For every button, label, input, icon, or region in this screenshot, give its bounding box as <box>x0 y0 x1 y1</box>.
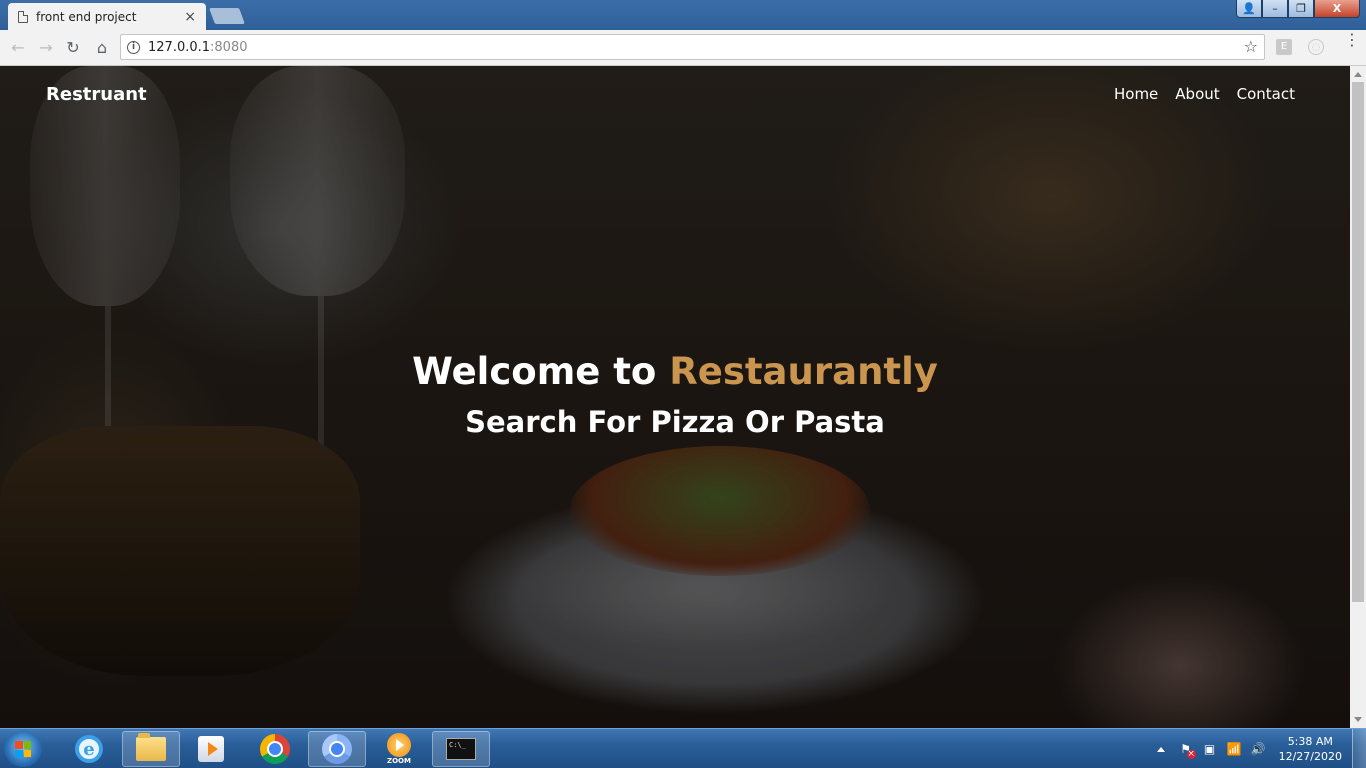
arrow-right-icon[interactable]: → <box>36 38 56 58</box>
more-vertical-icon[interactable]: ⋮ <box>1344 32 1360 48</box>
clock-time: 5:38 AM <box>1287 735 1333 748</box>
taskbar-chrome[interactable] <box>246 731 304 767</box>
scroll-down-icon[interactable] <box>1354 717 1362 722</box>
media-player-icon <box>198 736 224 762</box>
extension-circle-icon[interactable]: ◌ <box>1308 39 1324 55</box>
home-icon[interactable]: ⌂ <box>92 38 112 58</box>
show-desktop-button[interactable] <box>1352 729 1366 768</box>
browser-titlebar: front end project × 👤 – ❐ X <box>0 0 1366 30</box>
star-icon[interactable]: ☆ <box>1244 37 1258 56</box>
url-port: :8080 <box>210 39 248 55</box>
system-tray: ⚑ ▣ 📶 🔊 5:38 AM 12/27/2020 <box>1156 729 1366 768</box>
background-bread-basket <box>0 426 360 676</box>
browser-toolbar: ← → ↻ ⌂ i 127.0.0.1:8080 ☆ E ◌ ⋮ <box>0 30 1366 66</box>
taskbar-zoom[interactable]: ZOOM <box>370 731 428 767</box>
hero-section: Restruant Home About Contact Welcome to … <box>0 66 1350 728</box>
url-host: 127.0.0.1 <box>148 39 211 55</box>
info-icon[interactable]: i <box>127 40 140 54</box>
nav-link-about[interactable]: About <box>1175 85 1219 103</box>
windows-taskbar: e ZOOM C:\_ ⚑ ▣ 📶 🔊 5:38 AM 12/27/2020 <box>0 728 1366 768</box>
taskbar-chrome-active[interactable] <box>308 731 366 767</box>
action-center-flag-icon[interactable]: ⚑ <box>1179 742 1196 759</box>
system-clock[interactable]: 5:38 AM 12/27/2020 <box>1279 734 1342 764</box>
page-scrollbar[interactable] <box>1350 66 1366 728</box>
tab-close-icon[interactable]: × <box>184 9 196 25</box>
taskbar-command-prompt[interactable]: C:\_ <box>432 731 490 767</box>
taskbar-file-explorer[interactable] <box>122 731 180 767</box>
background-plated-dish <box>570 446 870 576</box>
minimize-button[interactable]: – <box>1262 0 1288 18</box>
clock-date: 12/27/2020 <box>1278 750 1342 763</box>
scroll-up-icon[interactable] <box>1354 72 1362 77</box>
main-nav: Home About Contact <box>1114 85 1295 103</box>
folder-icon <box>136 733 166 761</box>
hero-welcome: Welcome to <box>412 350 657 393</box>
hero-text: Welcome to Restaurantly Search For Pizza… <box>0 346 1350 444</box>
tab-title: front end project <box>36 9 137 24</box>
new-tab-button[interactable] <box>209 8 245 24</box>
extension-e-icon[interactable]: E <box>1276 39 1292 55</box>
maximize-button[interactable]: ❐ <box>1288 0 1314 18</box>
document-icon <box>18 10 28 23</box>
taskbar-internet-explorer[interactable]: e <box>60 731 118 767</box>
close-window-button[interactable]: X <box>1314 0 1360 18</box>
browser-tab[interactable]: front end project × <box>8 3 206 30</box>
start-button[interactable] <box>4 731 42 767</box>
internet-explorer-icon: e <box>75 735 103 763</box>
device-icon[interactable]: ▣ <box>1203 742 1217 756</box>
site-header: Restruant Home About Contact <box>0 66 1350 126</box>
scrollbar-thumb[interactable] <box>1352 82 1364 602</box>
taskbar-media-player[interactable] <box>182 731 240 767</box>
command-prompt-icon: C:\_ <box>446 738 476 760</box>
speaker-icon[interactable]: 🔊 <box>1251 742 1266 756</box>
zoom-label: ZOOM <box>387 757 411 765</box>
chrome-icon <box>260 734 290 764</box>
arrow-left-icon[interactable]: ← <box>8 38 28 58</box>
address-bar[interactable]: i 127.0.0.1:8080 ☆ <box>120 34 1265 60</box>
nav-link-home[interactable]: Home <box>1114 85 1158 103</box>
hero-title: Welcome to Restaurantly <box>0 346 1350 398</box>
user-profile-button[interactable]: 👤 <box>1236 0 1262 18</box>
network-signal-icon[interactable]: 📶 <box>1227 742 1242 756</box>
hero-subtitle: Search For Pizza Or Pasta <box>465 405 885 439</box>
windows-logo-icon <box>15 741 31 757</box>
reload-icon[interactable]: ↻ <box>63 38 83 58</box>
hero-brand-name: Restaurantly <box>669 350 938 393</box>
window-controls: 👤 – ❐ X <box>1236 0 1360 18</box>
show-hidden-icons-icon[interactable] <box>1156 746 1165 752</box>
nav-link-contact[interactable]: Contact <box>1237 85 1295 103</box>
site-logo[interactable]: Restruant <box>46 84 147 105</box>
chrome-icon <box>322 734 352 764</box>
zoom-icon: ZOOM <box>387 733 411 765</box>
